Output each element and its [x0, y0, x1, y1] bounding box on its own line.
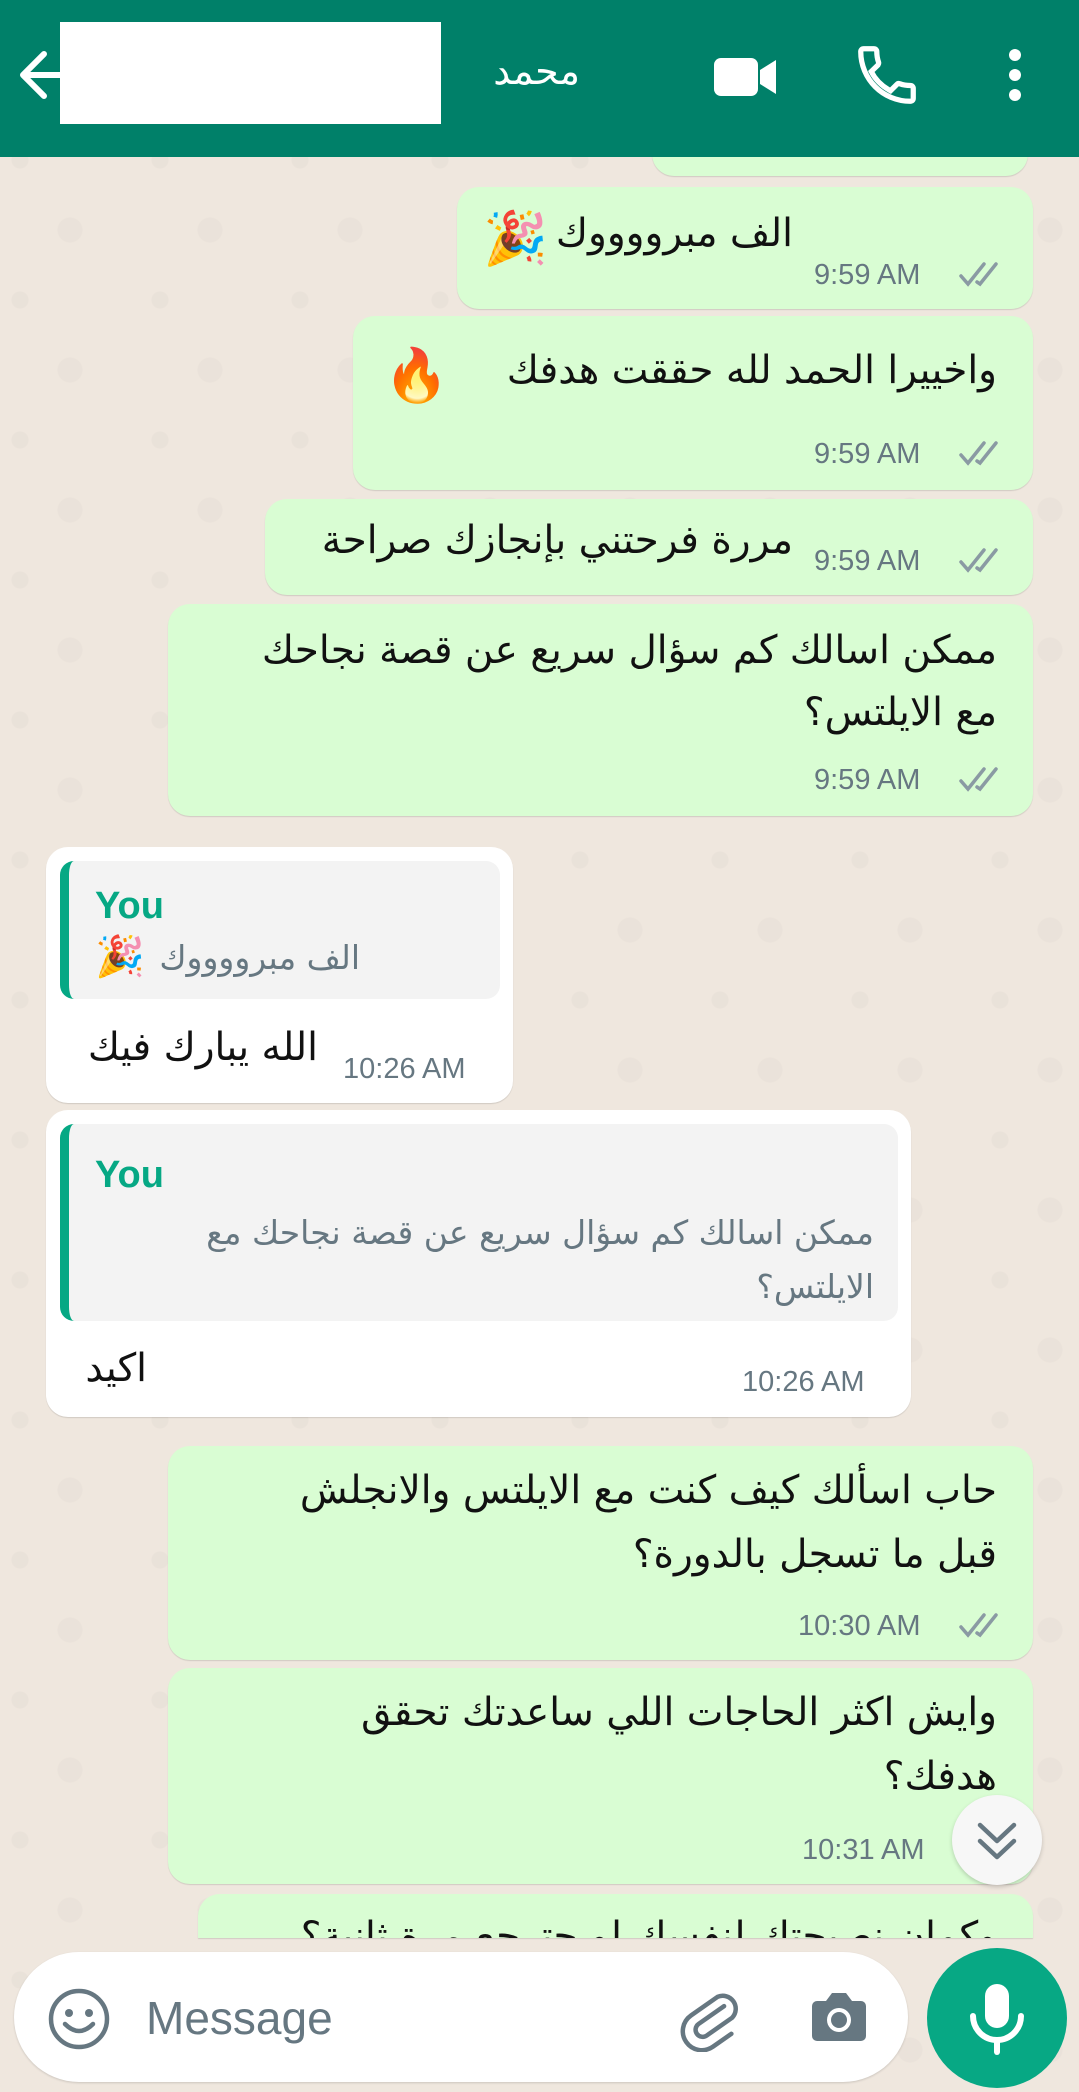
message-text: اكيد	[85, 1346, 147, 1391]
double-check-icon	[959, 548, 998, 573]
voice-message-button[interactable]	[927, 1948, 1067, 2088]
message-time: 10:30 AM	[798, 1610, 921, 1642]
more-vert-icon	[1009, 49, 1021, 101]
message-text-line: حاب اسألك كيف كنت مع الايلتس والانجلش	[299, 1468, 997, 1513]
quote-text-line: ممكن اسالك كم سؤال سريع عن قصة نجاحك مع	[206, 1213, 874, 1252]
chat-header: محمد	[0, 0, 1079, 157]
message-bubble[interactable]: ممكن اسالك كم سؤال سريع عن قصة نجاحك مع …	[168, 604, 1033, 816]
message-time: 10:26 AM	[742, 1366, 865, 1398]
message-text: مررة فرحتني بإنجازك صراحة	[321, 518, 793, 563]
message-composer	[14, 1952, 908, 2082]
party-popper-emoji: 🎉	[483, 209, 548, 269]
message-time: 10:31 AM	[802, 1834, 925, 1866]
message-text: وكمان نصيحتك لنفسك لو حترجع مرة ثانية؟	[300, 1914, 997, 1938]
message-text-line: وايش اكثر الحاجات اللي ساعدتك تحقق	[361, 1690, 997, 1735]
double-check-icon	[959, 767, 998, 792]
message-input[interactable]	[144, 1984, 648, 2052]
smiley-icon	[48, 1988, 110, 2050]
message-bubble[interactable]: حاب اسألك كيف كنت مع الايلتس والانجلش قب…	[168, 1446, 1033, 1660]
voice-call-button[interactable]	[852, 40, 922, 110]
quoted-message[interactable]: You الف مبرووووك 🎉	[60, 861, 500, 999]
party-popper-emoji: 🎉	[95, 934, 145, 980]
message-text-line: ممكن اسالك كم سؤال سريع عن قصة نجاحك	[261, 628, 997, 673]
quote-author: You	[95, 885, 164, 927]
message-time: 9:59 AM	[814, 764, 921, 796]
message-text-line: قبل ما تسجل بالدورة؟	[632, 1532, 997, 1577]
quoted-message[interactable]: You ممكن اسالك كم سؤال سريع عن قصة نجاحك…	[60, 1124, 898, 1321]
message-bubble[interactable]: مررة فرحتني بإنجازك صراحة 9:59 AM	[265, 499, 1033, 595]
message-bubble[interactable]: الف مبرووووك 🎉 9:59 AM	[457, 187, 1033, 309]
video-call-button[interactable]	[710, 40, 780, 110]
message-time: 9:59 AM	[814, 438, 921, 470]
message-text: الله يبارك فيك	[87, 1025, 318, 1070]
camera-icon	[812, 1993, 866, 2041]
attach-button[interactable]	[676, 1982, 746, 2053]
message-text-line: مع الايلتس؟	[803, 690, 997, 735]
video-call-icon	[714, 58, 776, 96]
chevrons-down-icon	[977, 1822, 1017, 1860]
message-text: الف مبرووووك	[555, 211, 793, 256]
message-bubble[interactable]: واخييرا الحمد لله حققت هدفك 🔥 9:59 AM	[353, 316, 1033, 490]
fire-emoji: 🔥	[384, 346, 449, 406]
quote-text-line: الايلتس؟	[756, 1267, 874, 1306]
more-options-button[interactable]	[990, 40, 1040, 110]
paperclip-icon	[680, 1993, 738, 2053]
message-time: 9:59 AM	[814, 259, 921, 291]
message-bubble[interactable]: وايش اكثر الحاجات اللي ساعدتك تحقق هدفك؟…	[168, 1668, 1033, 1884]
emoji-button[interactable]	[46, 1986, 112, 2052]
contact-name[interactable]: محمد	[460, 46, 580, 96]
message-bubble-partial[interactable]: وكمان نصيحتك لنفسك لو حترجع مرة ثانية؟	[198, 1894, 1033, 1938]
message-time: 9:59 AM	[814, 545, 921, 577]
camera-button[interactable]	[804, 1982, 874, 2052]
double-check-icon	[959, 262, 998, 287]
redacted-avatar-area	[60, 22, 441, 124]
message-bubble-incoming[interactable]: You الف مبرووووك 🎉 الله يبارك فيك 10:26 …	[46, 847, 513, 1103]
message-bubble-incoming[interactable]: You ممكن اسالك كم سؤال سريع عن قصة نجاحك…	[46, 1110, 911, 1417]
scroll-to-bottom-button[interactable]	[952, 1795, 1042, 1885]
quote-author: You	[95, 1154, 164, 1196]
double-check-icon	[959, 1613, 998, 1638]
message-text: واخييرا الحمد لله حققت هدفك	[506, 348, 997, 393]
phone-icon	[858, 46, 916, 104]
message-time: 10:26 AM	[343, 1053, 466, 1085]
quote-text: الف مبرووووك	[159, 938, 360, 977]
microphone-icon	[970, 1984, 1024, 2055]
double-check-icon	[959, 441, 998, 466]
